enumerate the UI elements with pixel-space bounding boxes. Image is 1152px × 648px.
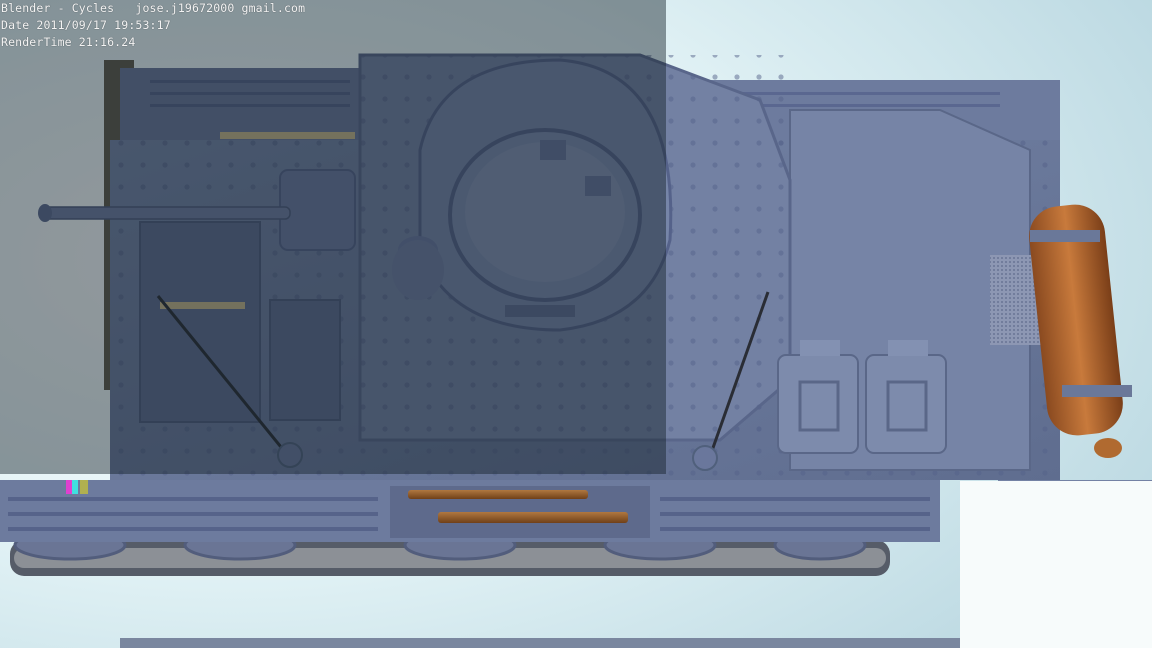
bottom-strip [120,638,1100,648]
unrendered-tile [960,481,1152,648]
stamp-date: Date 2011/09/17 19:53:17 [1,18,171,32]
render-viewport: Blender - Cycles jose.j19672000 gmail.co… [0,0,1152,648]
render-stamp: Blender - Cycles jose.j19672000 gmail.co… [1,0,305,51]
render-artifact [66,480,88,494]
stamp-renderer-author: Blender - Cycles jose.j19672000 gmail.co… [1,1,306,15]
stamp-render-time: RenderTime 21:16.24 [1,35,136,49]
